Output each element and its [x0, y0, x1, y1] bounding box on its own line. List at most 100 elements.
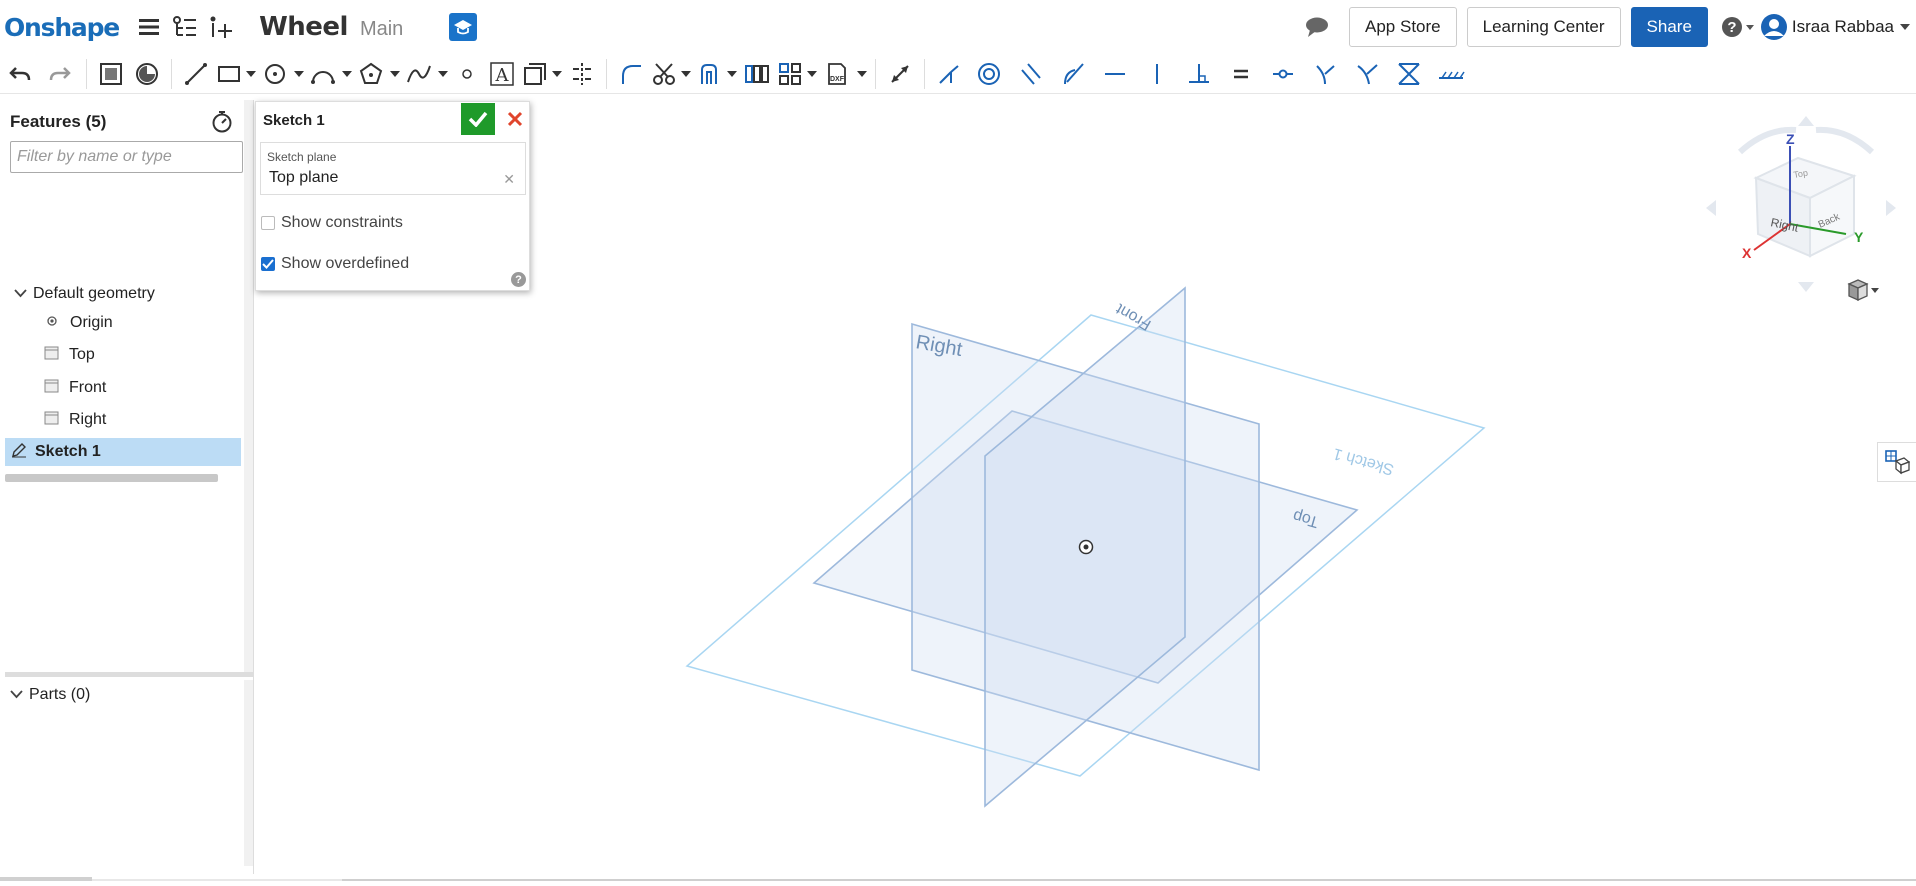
dxf-import-icon[interactable]: DXF	[819, 54, 855, 94]
chevron-down-icon[interactable]	[436, 54, 450, 94]
point-icon[interactable]	[450, 54, 484, 94]
rectangle-icon[interactable]	[214, 54, 244, 94]
timer-icon[interactable]	[210, 110, 234, 139]
offset-icon[interactable]	[520, 54, 550, 94]
help-icon[interactable]: ?	[511, 272, 526, 287]
parallel-icon[interactable]	[1011, 54, 1051, 94]
line-icon[interactable]	[178, 54, 214, 94]
horizontal-scrollbar[interactable]	[5, 474, 218, 482]
chevron-down-icon[interactable]	[244, 54, 258, 94]
horizontal-icon[interactable]	[1095, 54, 1135, 94]
pattern-icon[interactable]	[775, 54, 805, 94]
view-cube[interactable]: Z Y X Right Back Top	[1706, 116, 1906, 296]
default-geometry-group[interactable]: Default geometry	[14, 280, 155, 308]
fillet-icon[interactable]	[613, 54, 649, 94]
feature-tree-icon[interactable]	[171, 13, 199, 41]
share-button[interactable]: Share	[1630, 7, 1708, 47]
tangent-icon[interactable]	[1051, 54, 1095, 94]
vertical-scrollbar[interactable]	[244, 100, 253, 674]
document-title[interactable]: Wheel	[259, 12, 348, 42]
onshape-logo[interactable]: Onshape	[4, 13, 120, 42]
circle-icon[interactable]	[258, 54, 292, 94]
polygon-icon[interactable]	[354, 54, 388, 94]
chevron-down-icon[interactable]	[1898, 7, 1912, 47]
chevron-down-icon[interactable]	[10, 686, 23, 704]
spline-icon[interactable]	[402, 54, 436, 94]
pierce-icon[interactable]	[1347, 54, 1387, 94]
chevron-down-icon[interactable]	[805, 54, 819, 94]
feature-filter-input[interactable]	[10, 141, 243, 173]
dimension-icon[interactable]	[882, 54, 918, 94]
chevron-down-icon[interactable]	[388, 54, 402, 94]
render-mode-button[interactable]	[1845, 278, 1881, 307]
feature-item-sketch-1[interactable]: Sketch 1	[5, 438, 241, 466]
plane-icon	[44, 379, 59, 398]
top-bar: Onshape Wheel Main App Store Learning Ce…	[0, 0, 1916, 54]
concentric-icon[interactable]	[967, 54, 1011, 94]
show-constraints-option[interactable]: Show constraints	[261, 214, 403, 232]
top-plane	[812, 410, 1359, 684]
feature-item-origin[interactable]: Origin	[46, 309, 113, 337]
redo-icon[interactable]	[40, 54, 80, 94]
chevron-down-icon[interactable]	[725, 54, 739, 94]
trim-icon[interactable]	[649, 54, 679, 94]
parts-list-header[interactable]: Parts (0)	[10, 686, 90, 704]
sketch-icon[interactable]	[93, 54, 129, 94]
feature-item-top[interactable]: Top	[44, 341, 95, 369]
text-icon[interactable]: A	[484, 54, 520, 94]
menu-icon[interactable]	[135, 13, 163, 41]
show-overdefined-checkbox[interactable]	[261, 257, 275, 271]
fix-icon[interactable]	[1431, 54, 1471, 94]
extend-icon[interactable]	[693, 54, 725, 94]
appearance-panel-button[interactable]	[1877, 442, 1916, 482]
chevron-down-icon[interactable]	[340, 54, 354, 94]
graduation-cap-icon[interactable]	[449, 13, 478, 41]
vertical-scrollbar[interactable]	[244, 680, 253, 866]
learning-center-button[interactable]: Learning Center	[1466, 7, 1621, 47]
undo-icon[interactable]	[0, 54, 40, 94]
clear-icon[interactable]: ✕	[503, 171, 515, 188]
midpoint-icon[interactable]	[1263, 54, 1303, 94]
normal-icon[interactable]	[1303, 54, 1347, 94]
sketch-plane-field[interactable]: Sketch plane Top plane ✕	[260, 142, 526, 195]
sketch-plane-label: Sketch 1	[1331, 444, 1396, 478]
insert-icon[interactable]	[207, 13, 235, 41]
feature-item-label: Right	[69, 411, 107, 428]
dialog-title: Sketch 1	[263, 112, 325, 129]
chevron-down-icon[interactable]	[550, 54, 564, 94]
cancel-button[interactable]	[501, 103, 529, 135]
chevron-down-icon[interactable]	[292, 54, 306, 94]
coincident-icon[interactable]	[931, 54, 967, 94]
pencil-icon	[11, 442, 27, 463]
chevron-down-icon[interactable]	[14, 285, 27, 303]
feature-item-front[interactable]: Front	[44, 374, 106, 402]
accept-button[interactable]	[461, 103, 495, 135]
app-store-button[interactable]: App Store	[1349, 7, 1457, 47]
comments-icon[interactable]	[1303, 13, 1331, 41]
branch-name[interactable]: Main	[360, 18, 403, 41]
svg-text:?: ?	[1727, 19, 1736, 36]
help-icon[interactable]: ?	[1720, 13, 1756, 41]
use-icon[interactable]	[129, 54, 165, 94]
perpendicular-icon[interactable]	[1179, 54, 1219, 94]
show-constraints-checkbox[interactable]	[261, 216, 275, 230]
user-name[interactable]: Israa Rabbaa	[1792, 17, 1894, 37]
axis-z-label: Z	[1786, 131, 1795, 147]
header-right: App Store Learning Center Share ? Israa …	[1295, 0, 1916, 54]
equal-icon[interactable]	[1219, 54, 1263, 94]
mirror-icon[interactable]	[564, 54, 600, 94]
vertical-icon[interactable]	[1135, 54, 1179, 94]
show-overdefined-option[interactable]: Show overdefined	[261, 255, 409, 273]
close-icon	[507, 111, 523, 127]
view-cube-graphic: Z Y X Right Back Top	[1706, 116, 1896, 292]
symmetric-icon[interactable]	[1387, 54, 1431, 94]
panel-resize-divider[interactable]	[5, 672, 254, 677]
user-avatar-icon[interactable]	[1760, 13, 1788, 41]
bottom-tab-bar[interactable]	[0, 868, 1916, 881]
linear-pattern-icon[interactable]	[739, 54, 775, 94]
chevron-down-icon[interactable]	[679, 54, 693, 94]
sketch-plane-label: Sketch plane	[267, 150, 337, 164]
arc-icon[interactable]	[306, 54, 340, 94]
chevron-down-icon[interactable]	[855, 54, 869, 94]
feature-item-right[interactable]: Right	[44, 406, 106, 434]
